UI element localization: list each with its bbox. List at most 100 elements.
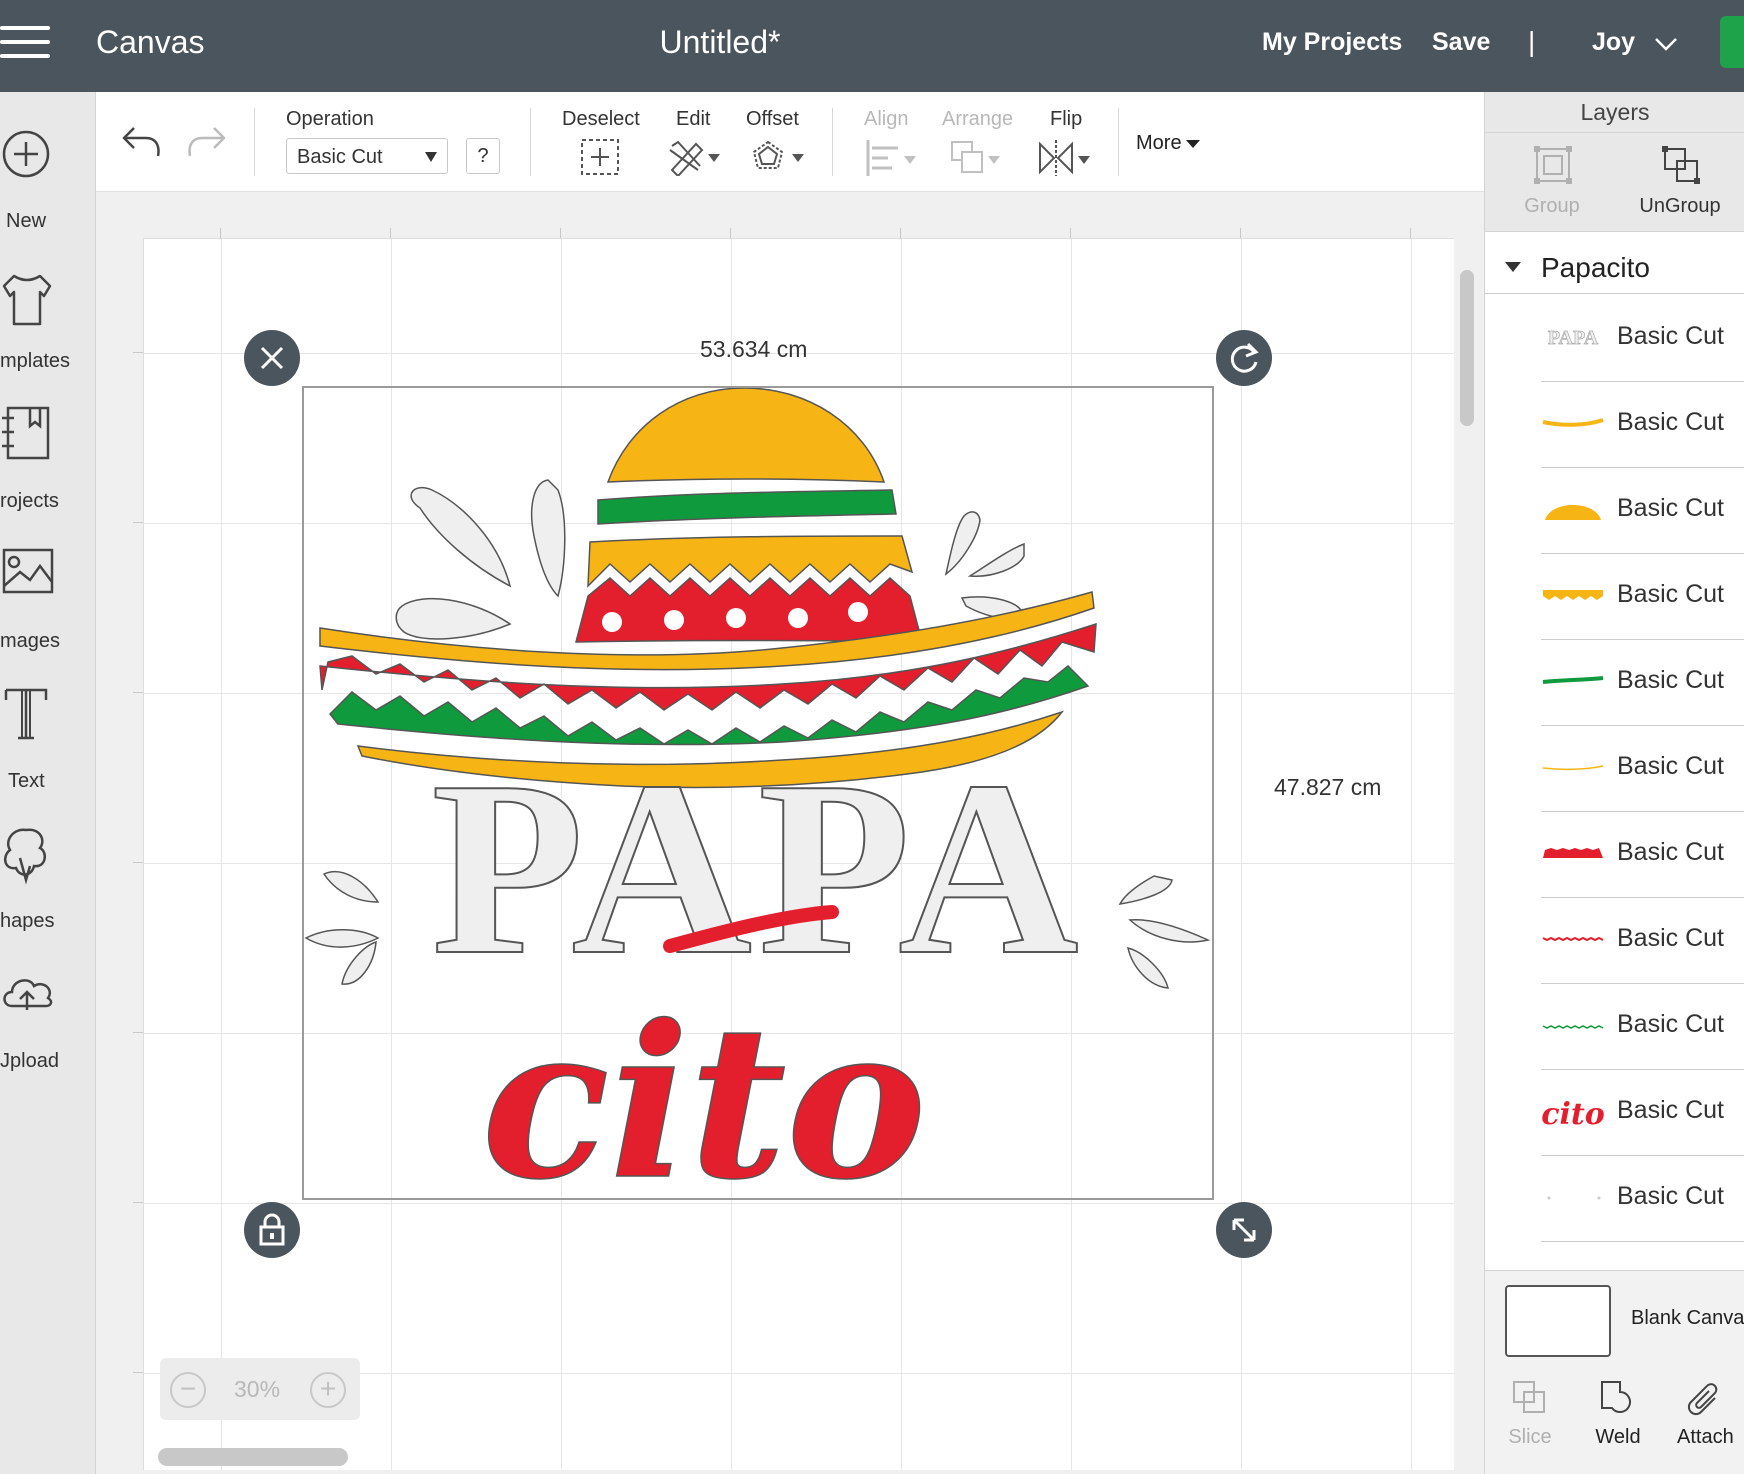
top-bar: Canvas Untitled* My Projects Save | Joy — [0, 0, 1744, 92]
left-tool-panel: New mplates rojects mages Text hapes Jpl… — [0, 92, 96, 1474]
layer-item[interactable]: PAPA Basic Cut — [1541, 296, 1744, 382]
zoom-in-button[interactable]: + — [310, 1372, 346, 1408]
ruler-tick — [390, 228, 391, 238]
operation-help-button[interactable]: ? — [466, 138, 500, 174]
deselect-icon[interactable] — [580, 138, 620, 176]
deselect-label: Deselect — [562, 108, 640, 130]
blank-canvas-swatch[interactable] — [1505, 1285, 1611, 1357]
dots-thumb-icon — [1547, 1196, 1601, 1200]
papa-thumb-icon: PAPA — [1547, 327, 1599, 350]
layer-label: Basic Cut — [1617, 408, 1724, 436]
layer-label: Basic Cut — [1617, 666, 1724, 694]
resize-handle[interactable] — [1216, 1202, 1272, 1258]
blank-canvas-row[interactable]: Blank Canva — [1485, 1270, 1744, 1364]
chevron-down-icon[interactable] — [1654, 32, 1678, 56]
save-button[interactable]: Save — [1432, 28, 1490, 57]
flip-label: Flip — [1050, 108, 1083, 130]
images-tool[interactable]: mages — [0, 542, 96, 662]
layer-label: Basic Cut — [1617, 1010, 1724, 1038]
upload-label: Jpload — [0, 1050, 59, 1072]
toolbar-divider — [530, 108, 531, 176]
text-tool[interactable]: Text — [0, 682, 96, 802]
projects-tool[interactable]: rojects — [0, 402, 96, 522]
align-icon[interactable] — [864, 138, 924, 178]
new-tool[interactable]: New — [0, 122, 96, 242]
lock-handle[interactable] — [244, 1202, 300, 1258]
ruler-tick — [900, 228, 901, 238]
separator: | — [1528, 26, 1536, 57]
layer-item[interactable]: Basic Cut — [1541, 812, 1744, 898]
weld-label: Weld — [1595, 1426, 1641, 1448]
ungroup-icon — [1662, 146, 1700, 184]
offset-icon[interactable] — [750, 136, 810, 176]
new-label: New — [6, 210, 47, 232]
layers-panel-title: Layers — [1485, 92, 1744, 132]
layer-label: Basic Cut — [1617, 322, 1724, 350]
layer-label: Basic Cut — [1617, 752, 1724, 780]
delete-handle[interactable] — [244, 330, 300, 386]
weld-icon — [1601, 1381, 1631, 1413]
layer-group-header[interactable]: Papacito — [1485, 242, 1744, 294]
projects-label: rojects — [0, 490, 59, 512]
ruler-tick — [133, 862, 143, 863]
ruler-tick — [730, 228, 731, 238]
collapse-triangle-icon[interactable] — [1505, 262, 1521, 272]
vertical-scrollbar[interactable] — [1460, 270, 1474, 426]
group-button[interactable]: Group — [1497, 133, 1607, 233]
dropdown-arrow-icon — [425, 152, 437, 162]
operation-value: Basic Cut — [297, 146, 383, 168]
zoom-control: − 30% + — [160, 1358, 360, 1420]
more-menu[interactable]: More — [1136, 132, 1200, 155]
arrange-icon[interactable] — [948, 138, 1008, 178]
paperclip-icon — [1687, 1383, 1718, 1416]
layer-item[interactable]: Basic Cut — [1541, 726, 1744, 812]
rotate-handle[interactable] — [1216, 330, 1272, 386]
layer-label: Basic Cut — [1617, 580, 1724, 608]
group-icon — [1534, 146, 1572, 184]
zoom-out-button[interactable]: − — [170, 1372, 206, 1408]
flip-icon[interactable] — [1036, 138, 1096, 178]
upload-tool[interactable]: Jpload — [0, 962, 96, 1082]
ruler-tick — [133, 352, 143, 353]
user-name[interactable]: Joy — [1592, 28, 1635, 57]
horizontal-scrollbar[interactable] — [158, 1448, 348, 1466]
layer-item[interactable]: Basic Cut — [1541, 1156, 1744, 1242]
toolbar-divider — [1118, 108, 1119, 176]
rotate-icon — [1230, 342, 1259, 373]
width-dimension: 53.634 cm — [700, 336, 808, 362]
my-projects-link[interactable]: My Projects — [1262, 28, 1402, 57]
layer-item[interactable]: cito Basic Cut — [1541, 1070, 1744, 1156]
yellow-hairline-thumb-icon — [1542, 765, 1604, 771]
selection-box[interactable] — [302, 386, 1214, 1200]
ungroup-button[interactable]: UnGroup — [1625, 133, 1735, 233]
layer-item[interactable]: Basic Cut — [1541, 554, 1744, 640]
document-title[interactable]: Untitled* — [0, 24, 1440, 61]
text-t-icon — [4, 688, 48, 740]
make-it-button[interactable] — [1720, 16, 1744, 68]
layer-label: Basic Cut — [1617, 494, 1724, 522]
layer-item[interactable]: Basic Cut — [1541, 382, 1744, 468]
layer-actions-bar: Slice Weld Attach — [1485, 1364, 1744, 1474]
shapes-tool[interactable]: hapes — [0, 822, 96, 942]
offset-label: Offset — [746, 108, 799, 130]
layer-item[interactable]: Basic Cut — [1541, 640, 1744, 726]
shapes-label: hapes — [0, 910, 55, 932]
undo-icon[interactable] — [120, 122, 164, 162]
group-toolbar: Group UnGroup — [1485, 132, 1744, 232]
attach-label: Attach — [1677, 1426, 1734, 1448]
slice-button[interactable]: Slice — [1485, 1364, 1575, 1474]
templates-tool[interactable]: mplates — [0, 262, 96, 382]
layer-item[interactable]: Basic Cut — [1541, 984, 1744, 1070]
layer-item[interactable]: Basic Cut — [1541, 468, 1744, 554]
ruler-tick — [1410, 228, 1411, 238]
edit-pencil-scissors-icon[interactable] — [666, 136, 722, 176]
lock-icon — [259, 1213, 285, 1246]
layer-item[interactable]: Basic Cut — [1541, 898, 1744, 984]
redo-icon[interactable] — [184, 122, 228, 162]
red-band-thumb-icon — [1543, 848, 1603, 858]
resize-arrows-icon — [1232, 1218, 1256, 1242]
weld-button[interactable]: Weld — [1573, 1364, 1663, 1474]
attach-button[interactable]: Attach — [1665, 1364, 1744, 1474]
slice-label: Slice — [1508, 1426, 1552, 1448]
operation-select[interactable]: Basic Cut — [286, 138, 448, 174]
